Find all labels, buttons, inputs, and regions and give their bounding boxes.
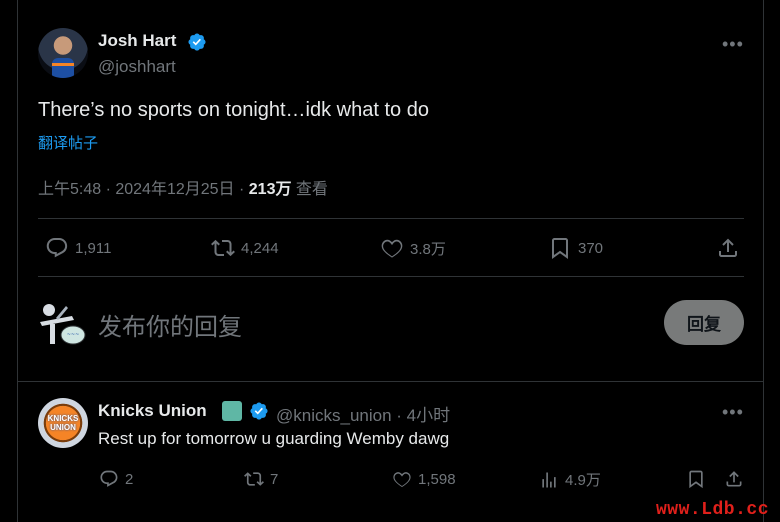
bookmark-action[interactable] [686,469,706,489]
share-icon [719,238,737,257]
bookmark-action[interactable]: 370 [548,236,603,260]
verified-badge-icon [250,402,268,420]
view-count: 213万 [248,181,292,198]
avatar-logo-text: UNION [50,423,76,432]
reply-count: 2 [125,470,134,488]
reply-author-handle[interactable]: @knicks_union · 4小时 [276,401,450,426]
retweet-icon [211,239,235,257]
divider [38,218,744,219]
retweet-icon [244,472,264,486]
divider [17,381,764,382]
avatar-jersey-stripe [52,63,74,66]
bookmark-icon [689,470,703,489]
avatar-logo-text: KNICKS [47,414,79,423]
reply-text: Rest up for tomorrow u guarding Wemby da… [98,429,450,448]
svg-text:~~~: ~~~ [67,332,80,338]
bookmark-icon [552,238,568,259]
share-action[interactable] [716,236,740,260]
share-action[interactable] [724,469,744,489]
reply-action[interactable]: 2 [99,469,133,489]
user-avatar[interactable]: ~~~ [36,298,88,350]
watermark: www.Ldb.cc [656,500,770,520]
analytics-icon [542,472,556,487]
retweet-action[interactable]: 7 [244,469,278,489]
more-options-icon[interactable]: ••• [722,34,744,55]
reply-button[interactable]: 回复 [664,300,744,345]
reply-icon [46,238,68,258]
like-count: 3.8万 [410,240,446,258]
reply-count: 1,911 [75,239,112,257]
author-handle[interactable]: @joshhart [98,57,176,77]
translate-post-link[interactable]: 翻译帖子 [38,132,98,153]
more-options-icon[interactable]: ••• [722,402,744,423]
heart-icon [393,472,411,488]
view-count: 4.9万 [565,472,601,489]
heart-icon [381,239,403,258]
author-name[interactable]: Josh Hart [98,31,176,51]
reply-author-name[interactable]: Knicks Union [98,401,207,421]
reply-author-avatar[interactable]: KNICKS UNION [38,398,88,448]
like-action[interactable]: 1,598 [392,469,456,489]
tweet-meta: 上午5:48 · 2024年12月25日 · 213万 查看 [38,175,328,199]
views-action[interactable]: 4.9万 [539,469,601,490]
tweet-timestamp[interactable]: 上午5:48 · 2024年12月25日 · [38,181,249,198]
tweet-text: There’s no sports on tonight…idk what to… [38,99,429,121]
retweet-count: 7 [270,470,279,488]
reply-input[interactable]: 发布你的回复 [98,307,242,342]
retweet-count: 4,244 [241,239,279,257]
reply-action[interactable]: 1,911 [45,236,111,260]
verified-badge-icon [188,33,206,51]
statue-of-liberty-icon [222,401,242,421]
avatar-jersey [52,58,74,78]
retweet-action[interactable]: 4,244 [211,236,279,260]
author-avatar[interactable] [38,28,88,78]
reply-icon [100,470,118,487]
view-count-label: 查看 [291,181,328,198]
bookmark-count: 370 [578,239,604,257]
share-icon [726,471,742,487]
like-action[interactable]: 3.8万 [380,236,446,260]
divider [38,276,744,277]
like-count: 1,598 [418,470,456,488]
